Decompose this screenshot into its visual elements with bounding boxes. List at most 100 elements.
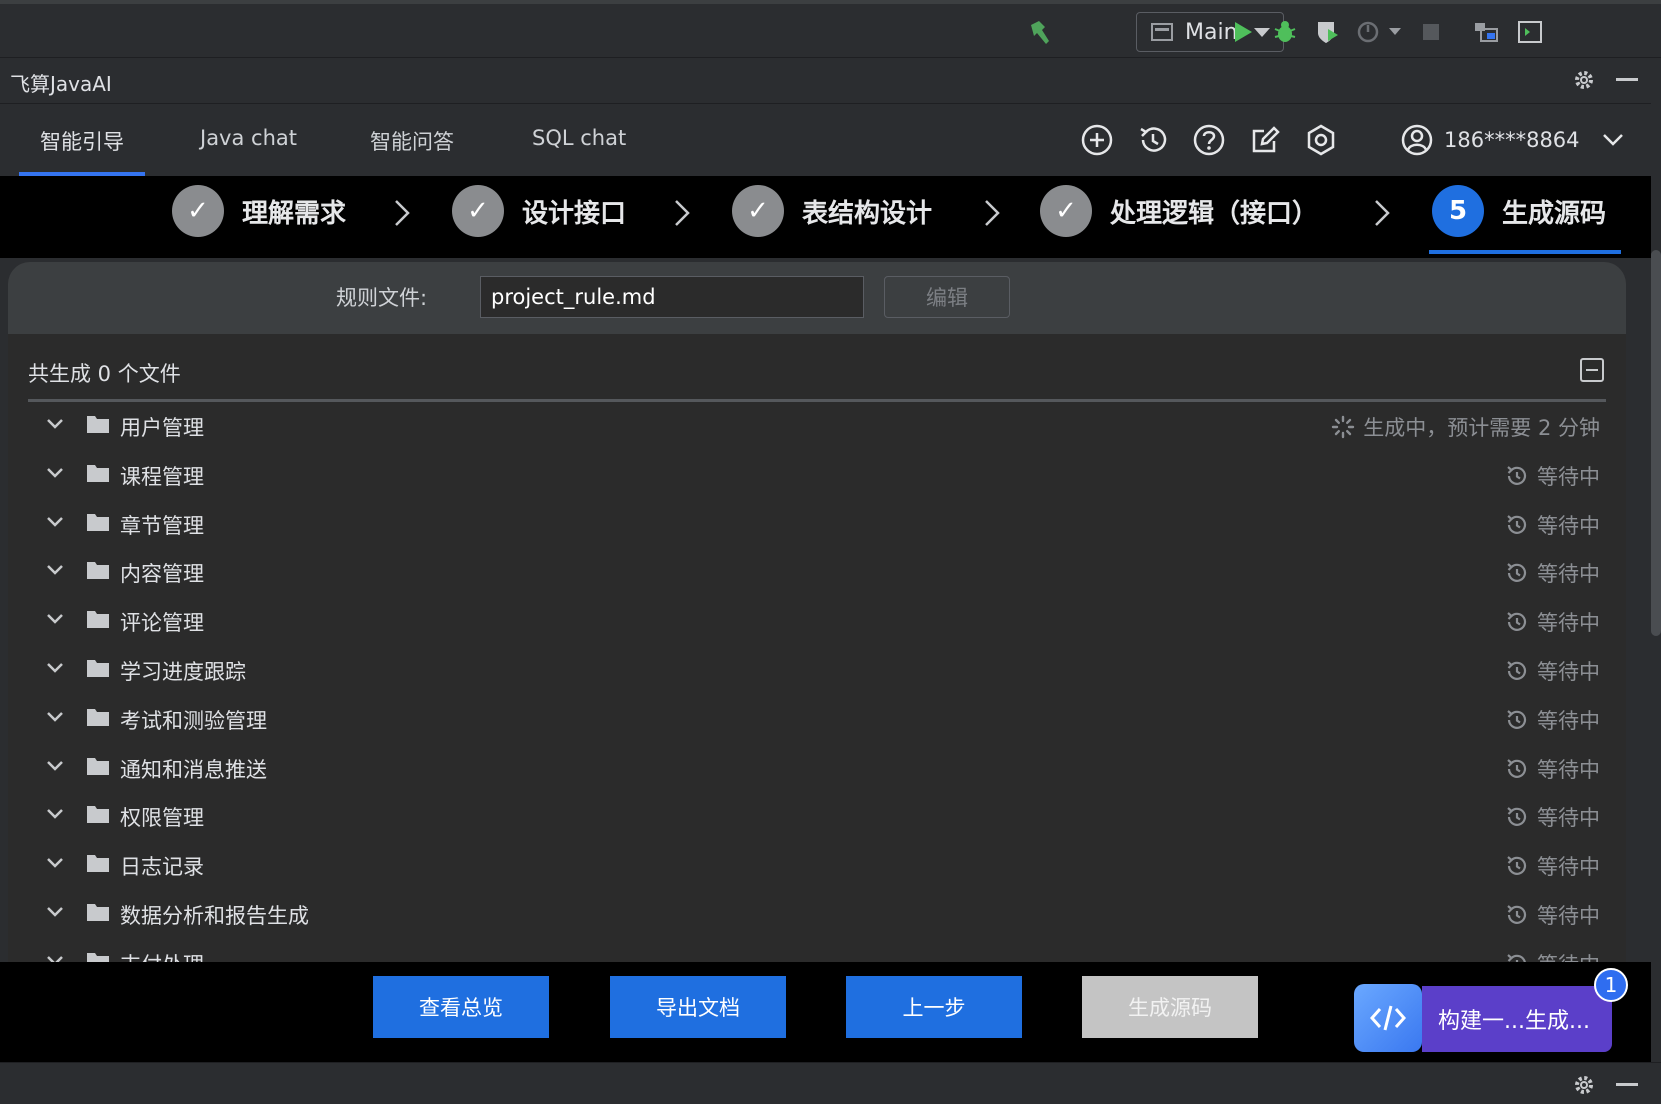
module-row[interactable]: 权限管理 等待中 — [28, 792, 1606, 841]
chevron-down-icon — [47, 907, 63, 917]
folder-icon — [87, 903, 109, 921]
stop-icon[interactable] — [1418, 16, 1444, 48]
history-icon — [1507, 563, 1527, 583]
module-row[interactable]: 评论管理 等待中 — [28, 597, 1606, 646]
tab-qa[interactable]: 智能问答 — [370, 126, 454, 156]
generate-source-button[interactable]: 生成源码 — [1082, 976, 1258, 1038]
module-status: 等待中 — [1505, 461, 1600, 491]
module-status-text: 等待中 — [1537, 855, 1600, 880]
history-icon[interactable] — [1136, 123, 1170, 157]
module-row[interactable]: 用户管理 生成中，预计需要 2 分钟 — [28, 402, 1606, 451]
chevron-right-icon — [985, 200, 1000, 226]
vertical-scrollbar-thumb[interactable] — [1651, 250, 1661, 636]
step-label: 生成源码 — [1502, 198, 1607, 229]
step-label: 理解需求 — [242, 198, 347, 229]
chevron-down-icon — [47, 419, 63, 429]
tab-java-chat[interactable]: Java chat — [200, 126, 297, 150]
export-doc-button[interactable]: 导出文档 — [610, 976, 786, 1038]
module-status-text: 等待中 — [1537, 903, 1600, 928]
tab-guide[interactable]: 智能引导 — [40, 126, 124, 156]
tab-sql-chat[interactable]: SQL chat — [532, 126, 626, 150]
step-4[interactable]: ✓ 处理逻辑（接口） — [1040, 184, 1318, 238]
module-row[interactable]: 学习进度跟踪 等待中 — [28, 646, 1606, 695]
module-status: 等待中 — [1505, 510, 1600, 540]
tabs-bar: 智能引导 Java chat 智能问答 SQL chat 186****8864 — [0, 104, 1651, 176]
spinner-icon — [1332, 415, 1355, 439]
module-name: 权限管理 — [120, 806, 204, 831]
folder-icon — [87, 659, 109, 677]
module-status: 等待中 — [1505, 802, 1600, 832]
module-row[interactable]: 内容管理 等待中 — [28, 548, 1606, 597]
coverage-icon[interactable] — [1312, 16, 1342, 48]
module-row[interactable]: 课程管理 等待中 — [28, 451, 1606, 500]
debug-icon[interactable] — [1270, 16, 1300, 48]
module-row[interactable]: 考试和测验管理 等待中 — [28, 695, 1606, 744]
module-status: 等待中 — [1505, 705, 1600, 735]
module-name: 章节管理 — [120, 513, 204, 538]
module-row[interactable]: 数据分析和报告生成 等待中 — [28, 890, 1606, 939]
module-status-text: 等待中 — [1537, 562, 1600, 587]
folder-icon — [87, 855, 109, 873]
project-structure-icon[interactable] — [1470, 16, 1502, 48]
folder-icon — [87, 562, 109, 580]
file-count-summary: 共生成 0 个文件 — [28, 362, 181, 386]
history-icon — [1507, 709, 1527, 729]
minimize-icon[interactable] — [1616, 78, 1638, 81]
help-icon[interactable] — [1192, 123, 1226, 157]
dropdown-icon[interactable] — [1386, 16, 1404, 48]
rule-file-input[interactable] — [480, 276, 864, 318]
hammer-icon[interactable] — [1022, 16, 1058, 48]
module-status-text: 等待中 — [1537, 949, 1600, 962]
module-row[interactable]: 日志记录 等待中 — [28, 841, 1606, 890]
module-row[interactable]: 通知和消息推送 等待中 — [28, 744, 1606, 793]
terminal-icon[interactable] — [1514, 16, 1546, 48]
step-label: 表结构设计 — [802, 198, 933, 229]
folder-icon — [87, 708, 109, 726]
view-overview-button[interactable]: 查看总览 — [373, 976, 549, 1038]
step-3[interactable]: ✓ 表结构设计 — [732, 184, 932, 238]
edit-icon[interactable] — [1248, 123, 1282, 157]
module-name: 数据分析和报告生成 — [120, 903, 309, 928]
step-label: 处理逻辑（接口） — [1110, 198, 1319, 229]
chevron-right-icon — [675, 200, 690, 226]
history-icon — [1507, 807, 1527, 827]
run-config-selector[interactable]: Main — [1136, 12, 1284, 52]
module-list: 用户管理 生成中，预计需要 2 分钟 课程管理 等待中 章节管理 等待中 内容管理 等待中 评论… — [28, 402, 1606, 962]
chevron-down-icon — [47, 663, 63, 673]
history-icon — [1507, 612, 1527, 632]
folder-icon — [87, 952, 109, 962]
gear-icon[interactable] — [1572, 68, 1596, 96]
user-menu[interactable]: 186****8864 — [1400, 123, 1624, 157]
edit-button[interactable]: 编辑 — [884, 276, 1010, 318]
module-row[interactable]: 章节管理 等待中 — [28, 500, 1606, 549]
step-2[interactable]: ✓ 设计接口 — [452, 184, 626, 238]
step-1[interactable]: ✓ 理解需求 — [172, 184, 346, 238]
background-task-chip[interactable]: 构建一...生成... — [1422, 986, 1612, 1052]
previous-step-button[interactable]: 上一步 — [846, 976, 1022, 1038]
step-done-icon: ✓ — [1040, 185, 1092, 237]
gear-icon[interactable] — [1572, 1073, 1596, 1101]
minimize-icon[interactable] — [1616, 1083, 1638, 1086]
chevron-down-icon — [47, 955, 63, 962]
user-avatar-icon — [1401, 124, 1433, 156]
folder-icon — [87, 464, 109, 482]
ide-toolbar: Main — [0, 0, 1661, 58]
module-name: 内容管理 — [120, 562, 204, 587]
step-5[interactable]: 5 生成源码 — [1432, 184, 1606, 238]
settings-icon[interactable] — [1304, 123, 1338, 157]
history-icon — [1507, 465, 1527, 485]
module-name: 日志记录 — [120, 855, 204, 880]
step-done-icon: ✓ — [452, 185, 504, 237]
code-assistant-button[interactable] — [1354, 984, 1422, 1052]
plugin-titlebar: 飞算JavaAI — [0, 58, 1651, 104]
collapse-all-button[interactable] — [1580, 358, 1604, 382]
run-icon[interactable] — [1228, 16, 1258, 48]
module-row[interactable]: 支付处理 等待中 — [28, 939, 1606, 962]
generation-panel: 规则文件: 编辑 共生成 0 个文件 用户管理 生成中，预计需要 2 分钟课程管理… — [8, 262, 1626, 962]
module-status-text: 等待中 — [1537, 513, 1600, 538]
module-name: 学习进度跟踪 — [120, 659, 246, 684]
add-circle-icon[interactable] — [1080, 123, 1114, 157]
history-icon — [1507, 953, 1526, 962]
rule-file-row: 规则文件: 编辑 — [8, 262, 1626, 334]
profiler-icon[interactable] — [1354, 16, 1384, 48]
